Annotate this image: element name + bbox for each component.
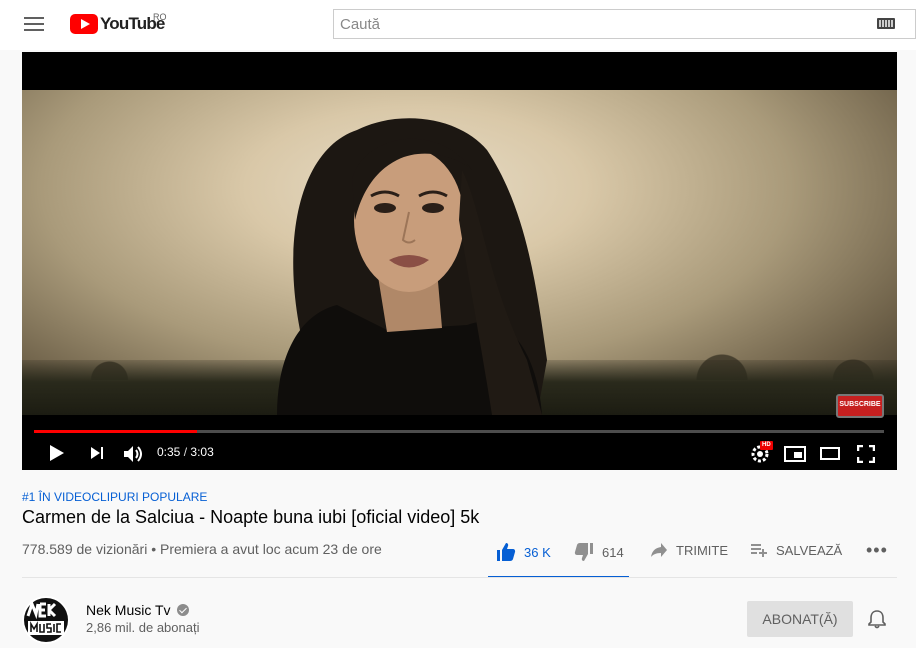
country-code: RO [153,12,167,22]
search-box[interactable] [333,9,916,39]
more-actions-button[interactable]: ••• [866,540,888,561]
youtube-play-icon [70,14,98,34]
masthead: YouTube RO [0,0,916,50]
video-title: Carmen de la Salciua - Noapte buna iubi … [22,507,480,527]
share-button[interactable]: TRIMITE [650,542,728,558]
menu-icon[interactable] [24,17,44,33]
like-button[interactable]: 36 K [496,542,551,562]
duration: 3:03 [190,445,214,459]
share-label: TRIMITE [676,542,728,558]
dislike-count: 614 [602,544,624,560]
player-controls: 0:35 / 3:03 HD [22,437,897,470]
verified-icon [176,604,189,616]
singer-figure [277,118,547,415]
progress-bar[interactable] [34,430,884,433]
fullscreen-icon[interactable] [857,445,875,463]
video-player[interactable]: SUBSCRIBE 0:35 / 3:03 HD [22,52,897,470]
progress-played [34,430,198,433]
miniplayer-icon[interactable] [784,446,806,462]
current-time: 0:35 [157,445,181,459]
hd-badge: HD [760,441,773,450]
play-button[interactable] [50,445,64,461]
share-arrow-icon [651,543,667,557]
view-count: 778.589 de vizionări [22,541,148,557]
subscriber-count: 2,86 mil. de abonați [86,620,200,635]
premiere-info: Premiera a avut loc acum 23 de ore [160,541,382,557]
subscribe-watermark[interactable]: SUBSCRIBE [836,394,884,418]
channel-name[interactable]: Nek Music Tv [86,602,171,618]
channel-avatar[interactable] [22,596,70,644]
thumbs-up-icon [497,543,516,561]
trending-hashtag[interactable]: #1 ÎN VIDEOCLIPURI POPULARE [22,490,207,504]
dislike-button[interactable]: 614 [574,542,624,562]
time-display: 0:35 / 3:03 [157,445,214,459]
volume-icon[interactable] [123,445,143,463]
notification-bell-icon[interactable] [867,609,887,629]
video-frame [22,90,897,415]
search-input[interactable] [334,10,854,38]
theater-mode-icon[interactable] [820,447,840,460]
next-icon[interactable] [90,446,104,460]
time-separator: / [183,445,188,459]
save-label: SALVEAZĂ [776,542,843,558]
keyboard-icon[interactable] [877,18,895,29]
channel-name-row[interactable]: Nek Music Tv [86,602,189,618]
subscribed-button[interactable]: ABONAT(Ă) [747,601,853,637]
meta-separator: • [151,541,157,557]
youtube-logo[interactable]: YouTube [70,14,165,34]
playlist-add-icon [751,544,767,557]
thumbs-down-icon [574,543,593,561]
video-actions: 36 K 614 TRIMITE SALVEAZĂ ••• [488,530,898,578]
like-count: 36 K [524,544,551,560]
section-divider [22,577,897,578]
video-meta: 778.589 de vizionări • Premiera a avut l… [22,541,382,557]
save-button[interactable]: SALVEAZĂ [750,542,842,558]
